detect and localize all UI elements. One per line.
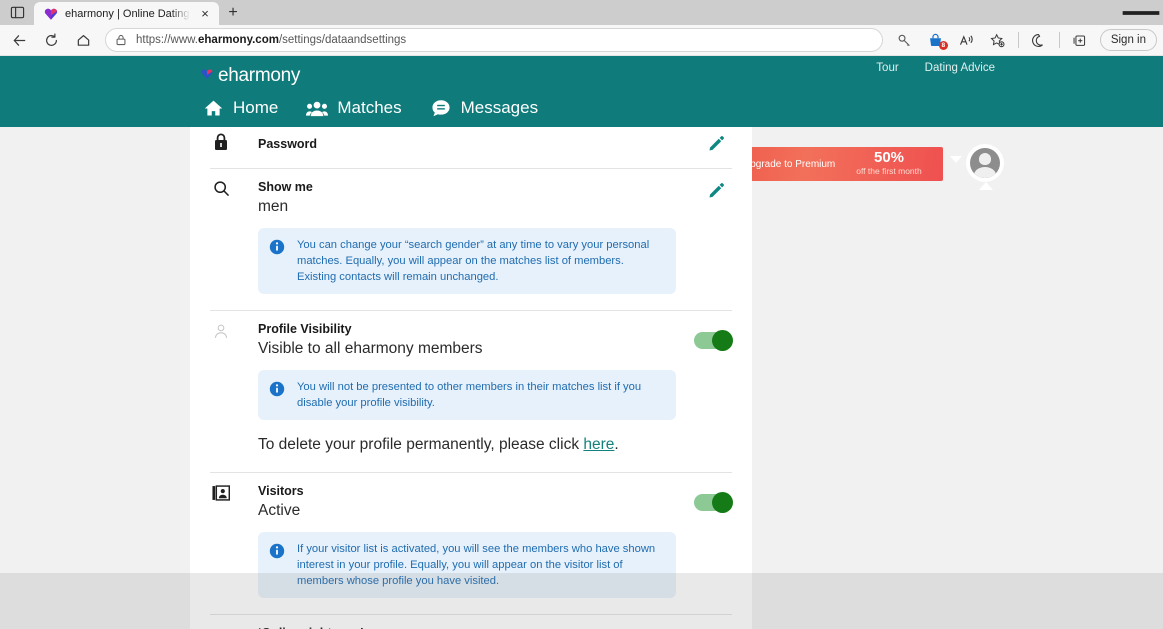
info-circle-icon xyxy=(269,541,285,589)
eharmony-logo-icon xyxy=(200,67,214,86)
collections-icon[interactable] xyxy=(1065,27,1095,53)
search-icon xyxy=(210,180,232,200)
brand-name: eharmony xyxy=(218,65,301,86)
house-icon xyxy=(202,97,224,119)
setting-row-profile-visibility: Profile Visibility Visible to all eharmo… xyxy=(210,311,733,473)
main-nav: Home Matches Messages xyxy=(202,97,538,119)
settings-card: Password Show me men You can change your… xyxy=(190,127,752,629)
avatar[interactable] xyxy=(966,144,1004,182)
toggle-knob xyxy=(712,492,733,513)
toggle-knob xyxy=(712,330,733,351)
nav-label-messages: Messages xyxy=(460,98,539,117)
chat-bubble-icon xyxy=(430,97,452,119)
setting-body-profile-visibility: Profile Visibility Visible to all eharmo… xyxy=(210,321,732,456)
key-icon[interactable] xyxy=(890,27,920,53)
top-link-dating-advice[interactable]: Dating Advice xyxy=(925,62,995,74)
refresh-icon[interactable] xyxy=(36,27,66,53)
info-text-visitors: If your visitor list is activated, you w… xyxy=(297,543,656,587)
setting-body-visitors: Visitors Active If your visitor list is … xyxy=(210,483,732,598)
lock-icon xyxy=(114,33,128,47)
setting-row-visitors: Visitors Active If your visitor list is … xyxy=(210,473,733,615)
setting-value-profile-visibility: Visible to all eharmony members xyxy=(258,340,483,357)
shopping-badge: 8 xyxy=(938,41,948,50)
setting-value-show-me: men xyxy=(258,198,289,215)
page-viewport: Tour Dating Advice eharmony Home Matches… xyxy=(0,56,1163,629)
setting-body-password: Password xyxy=(210,135,732,152)
browser-tab[interactable]: eharmony | Online Dating Site fo × xyxy=(34,2,219,25)
info-circle-icon xyxy=(269,379,285,411)
delete-profile-text-before: To delete your profile permanently, plea… xyxy=(258,436,584,453)
tab-title: eharmony | Online Dating Site fo xyxy=(65,7,190,20)
chevron-down-icon[interactable] xyxy=(950,156,962,163)
info-text-profile-visibility: You will not be presented to other membe… xyxy=(297,381,642,409)
person-outline-icon xyxy=(210,323,232,343)
setting-title-show-me: Show me xyxy=(258,180,313,194)
info-box-visitors: If your visitor list is activated, you w… xyxy=(258,532,676,598)
header-top-links: Tour Dating Advice xyxy=(876,62,995,74)
setting-title-password: Password xyxy=(258,137,318,151)
nav-label-matches: Matches xyxy=(337,98,402,117)
lock-icon xyxy=(210,133,232,153)
eharmony-heart-icon xyxy=(44,7,58,21)
url-text: https://www.eharmony.com/settings/dataan… xyxy=(136,34,407,46)
nav-item-home[interactable]: Home xyxy=(202,97,278,119)
address-bar[interactable]: https://www.eharmony.com/settings/dataan… xyxy=(105,28,883,52)
read-aloud-icon[interactable] xyxy=(952,27,982,53)
setting-row-show-me: Show me men You can change your “search … xyxy=(210,169,732,311)
upgrade-banner-offer: 50% off the first month xyxy=(841,149,943,177)
add-favorite-icon[interactable] xyxy=(983,27,1013,53)
setting-title-online-right-now: ‘Online right now’ xyxy=(258,625,676,629)
delete-profile-line: To delete your profile permanently, plea… xyxy=(258,434,676,456)
toolbar-divider-2 xyxy=(1058,32,1060,48)
edit-pencil-icon-password[interactable] xyxy=(706,133,726,153)
nav-label-home: Home xyxy=(233,98,279,117)
shopping-bag-icon[interactable]: 8 xyxy=(921,27,951,53)
delete-profile-link[interactable]: here xyxy=(583,436,614,453)
home-icon[interactable] xyxy=(68,27,98,53)
close-icon[interactable]: × xyxy=(197,6,213,22)
upgrade-percent: 50% xyxy=(873,149,905,166)
setting-value-visitors: Active xyxy=(258,502,301,519)
info-box-profile-visibility: You will not be presented to other membe… xyxy=(258,370,676,420)
browser-essentials-icon[interactable] xyxy=(1024,27,1054,53)
account-menu-pointer xyxy=(979,182,993,190)
toolbar-divider xyxy=(1017,32,1019,48)
info-box-show-me: You can change your “search gender” at a… xyxy=(258,228,676,294)
info-circle-icon xyxy=(269,237,285,285)
upgrade-subtext: off the first month xyxy=(856,166,922,176)
nav-item-messages[interactable]: Messages xyxy=(430,97,538,119)
setting-title-profile-visibility: Profile Visibility xyxy=(258,322,352,336)
new-tab-button[interactable]: + xyxy=(219,1,247,25)
delete-profile-text-after: . xyxy=(614,436,619,453)
window-controls xyxy=(1119,0,1163,25)
edit-pencil-icon-show-me[interactable] xyxy=(706,180,726,200)
setting-row-password: Password xyxy=(210,127,732,169)
browser-titlebar: eharmony | Online Dating Site fo × + xyxy=(0,0,1163,25)
back-arrow-icon[interactable] xyxy=(4,27,34,53)
avatar-placeholder-icon xyxy=(970,148,1000,178)
setting-title-visitors: Visitors xyxy=(258,484,304,498)
people-icon xyxy=(306,97,329,119)
minimize-button[interactable] xyxy=(1119,0,1163,25)
info-text-show-me: You can change your “search gender” at a… xyxy=(297,239,650,283)
setting-body-online-right-now: ‘Online right now’ Display xyxy=(210,625,732,629)
setting-row-online-right-now: ‘Online right now’ Display xyxy=(210,615,732,629)
toggle-visitors[interactable] xyxy=(694,492,733,513)
setting-body-show-me: Show me men You can change your “search … xyxy=(210,179,732,294)
browser-toolbar: https://www.eharmony.com/settings/dataan… xyxy=(0,25,1163,56)
contact-card-icon xyxy=(210,485,232,505)
brand-logo[interactable]: eharmony xyxy=(200,65,300,87)
upgrade-to-premium-banner[interactable]: Upgrade to Premium 50% off the first mon… xyxy=(733,147,943,181)
site-header: Tour Dating Advice eharmony Home Matches… xyxy=(0,56,1163,127)
tab-actions-icon[interactable] xyxy=(0,0,34,25)
top-link-tour[interactable]: Tour xyxy=(876,62,898,74)
nav-item-matches[interactable]: Matches xyxy=(306,97,402,119)
toggle-profile-visibility[interactable] xyxy=(694,330,733,351)
